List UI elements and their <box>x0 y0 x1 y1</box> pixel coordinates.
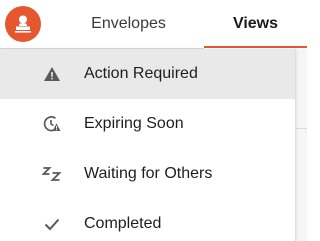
warning-triangle-icon <box>42 64 62 84</box>
menu-item-label: Action Required <box>84 65 198 82</box>
user-stamp-icon <box>15 15 31 33</box>
top-navigation-bar: Envelopes Views <box>0 0 307 48</box>
clock-alert-icon <box>42 114 62 134</box>
user-avatar-button[interactable] <box>5 6 41 42</box>
menu-item-label: Waiting for Others <box>84 165 213 182</box>
tab-envelopes[interactable]: Envelopes <box>75 0 182 48</box>
background-divider <box>295 128 307 129</box>
tab-envelopes-label: Envelopes <box>91 15 166 32</box>
background-panel <box>295 49 307 241</box>
tab-views[interactable]: Views <box>204 0 307 48</box>
menu-item-expiring-soon[interactable]: Expiring Soon <box>0 99 295 149</box>
checkmark-icon <box>42 214 62 234</box>
app-window: Envelopes Views Action Required Expiring… <box>0 0 307 241</box>
sleep-zz-icon <box>42 164 62 184</box>
selected-tab-indicator <box>204 46 307 48</box>
menu-item-completed[interactable]: Completed <box>0 199 295 241</box>
menu-item-action-required[interactable]: Action Required <box>0 49 295 99</box>
menu-item-waiting-for-others[interactable]: Waiting for Others <box>0 149 295 199</box>
views-dropdown-menu: Action Required Expiring Soon Waiting fo… <box>0 49 296 241</box>
menu-item-label: Completed <box>84 215 162 232</box>
tab-views-label: Views <box>232 15 279 32</box>
menu-item-label: Expiring Soon <box>84 115 184 132</box>
